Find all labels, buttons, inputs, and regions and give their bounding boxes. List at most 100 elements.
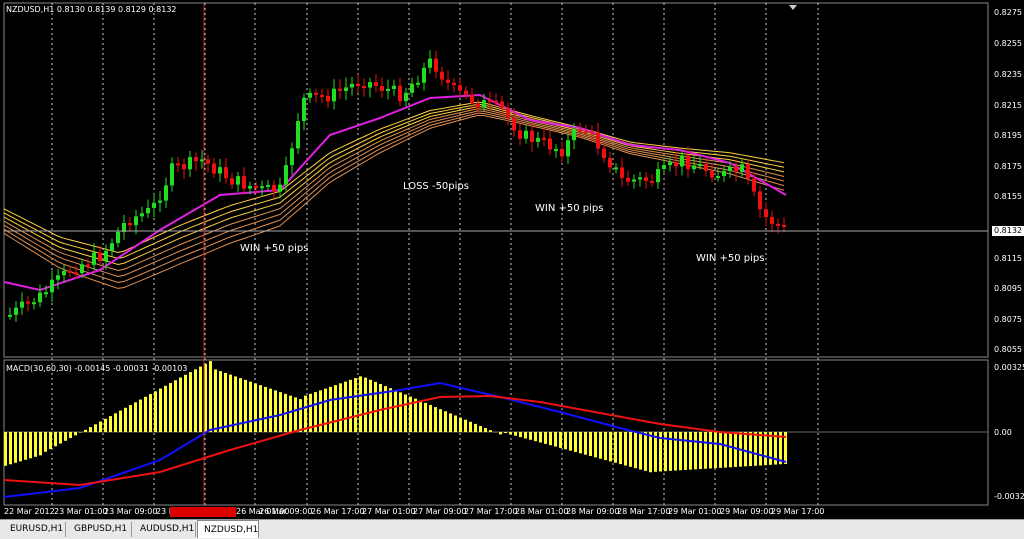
candle-body <box>44 292 48 294</box>
candle-body <box>74 272 78 274</box>
tab-eurusd[interactable]: EURUSD,H1 <box>4 522 66 537</box>
macd-histogram-bar <box>359 376 362 432</box>
macd-histogram-bar <box>524 432 527 438</box>
time-label: 26 Mar 09:00 <box>259 507 312 516</box>
ribbon-ma-line <box>4 115 784 288</box>
chart-shift-marker[interactable] <box>789 5 797 10</box>
candle-body <box>734 167 738 172</box>
macd-histogram-bar <box>534 432 537 441</box>
macd-histogram-bar <box>119 411 122 432</box>
candle-body <box>170 163 174 185</box>
macd-histogram-bar <box>419 401 422 432</box>
candle-body <box>50 280 54 293</box>
candle-body <box>86 264 90 266</box>
macd-histogram-bar <box>479 426 482 432</box>
macd-histogram-bar <box>149 394 152 432</box>
candle-body <box>392 86 396 89</box>
candle-body <box>254 186 258 188</box>
candle-body <box>302 98 306 121</box>
candle-body <box>554 149 558 151</box>
candle-body <box>224 167 228 178</box>
price-label: 0.8155 <box>994 192 1022 201</box>
candle-body <box>746 164 750 178</box>
candle-body <box>308 93 312 98</box>
macd-histogram-bar <box>609 432 612 461</box>
candle-body <box>452 83 456 85</box>
macd-histogram-bar <box>34 432 37 457</box>
candle-body <box>404 93 408 101</box>
macd-histogram-bar <box>674 432 677 471</box>
symbol-tab-bar: EURUSD,H1 GBPUSD,H1 AUDUSD,H1 NZDUSD,H1 <box>0 519 1024 539</box>
price-label: 0.8095 <box>994 284 1022 293</box>
macd-histogram-bar <box>529 432 532 440</box>
macd-histogram-bar <box>19 432 22 461</box>
candle-body <box>152 203 156 208</box>
candle-body <box>542 138 546 140</box>
time-label: 29 Mar 01:00 <box>668 507 721 516</box>
macd-histogram-bar <box>49 432 52 449</box>
candle-body <box>482 100 486 107</box>
macd-histogram-bar <box>684 432 687 470</box>
macd-histogram-bar <box>214 369 217 432</box>
candle-body <box>626 178 630 182</box>
tab-gbpusd[interactable]: GBPUSD,H1 <box>68 522 132 537</box>
candle-body <box>314 93 318 95</box>
candle-body <box>110 243 114 251</box>
price-label: 0.8075 <box>994 315 1022 324</box>
candle-body <box>290 148 294 165</box>
macd-histogram-bar <box>584 432 587 455</box>
magenta-ma-line <box>4 95 786 290</box>
chart-canvas[interactable] <box>0 0 1024 519</box>
macd-histogram-bar <box>169 383 172 432</box>
macd-histogram-bar <box>429 405 432 432</box>
macd-histogram-bar <box>64 432 67 441</box>
tab-audusd[interactable]: AUDUSD,H1 <box>134 522 196 537</box>
candle-body <box>674 162 678 166</box>
candle-body <box>494 101 498 103</box>
candle-body <box>20 302 24 308</box>
macd-panel-title: MACD(30,60,30) -0.00145 -0.00031 -0.0010… <box>6 364 187 373</box>
macd-histogram-bar <box>469 422 472 432</box>
price-label: 0.8175 <box>994 162 1022 171</box>
candle-body <box>662 165 666 169</box>
time-label: 28 Mar 01:00 <box>515 507 568 516</box>
candle-body <box>164 185 168 200</box>
candle-body <box>596 132 600 148</box>
macd-histogram-bar <box>249 382 252 432</box>
candle-body <box>236 176 240 184</box>
candle-body <box>140 213 144 216</box>
candle-body <box>332 89 336 102</box>
price-label: 0.8255 <box>994 39 1022 48</box>
macd-histogram-bar <box>184 375 187 432</box>
candle-body <box>470 95 474 104</box>
candle-body <box>710 171 714 178</box>
macd-histogram-bar <box>44 432 47 452</box>
macd-histogram-bar <box>489 430 492 432</box>
macd-histogram-bar <box>509 432 512 434</box>
chart-window[interactable]: NZDUSD,H1 0.8130 0.8139 0.8129 0.8132 MA… <box>0 0 1024 519</box>
macd-histogram-bar <box>514 432 517 436</box>
candle-body <box>782 225 786 227</box>
macd-histogram-bar <box>219 371 222 432</box>
macd-histogram-bar <box>9 432 12 464</box>
macd-histogram-bar <box>244 380 247 432</box>
price-label: 0.8115 <box>994 254 1022 263</box>
candle-body <box>194 157 198 161</box>
candle-body <box>188 157 192 169</box>
macd-histogram-bar <box>599 432 602 459</box>
time-label: 23 Mar 01:00 <box>54 507 107 516</box>
macd-histogram-bar <box>154 391 157 432</box>
macd-histogram-bar <box>594 432 597 457</box>
candle-body <box>512 117 516 130</box>
candle-body <box>590 132 594 134</box>
macd-histogram-bar <box>94 424 97 432</box>
candle-body <box>212 164 216 174</box>
tab-nzdusd[interactable]: NZDUSD,H1 <box>197 520 259 538</box>
macd-histogram-bar <box>84 430 87 432</box>
candle-body <box>62 271 66 275</box>
macd-histogram-bar <box>409 397 412 432</box>
ribbon-ma-line <box>4 109 784 271</box>
macd-histogram-bar <box>614 432 617 463</box>
candle-body <box>698 164 702 166</box>
macd-histogram-bar <box>559 432 562 448</box>
